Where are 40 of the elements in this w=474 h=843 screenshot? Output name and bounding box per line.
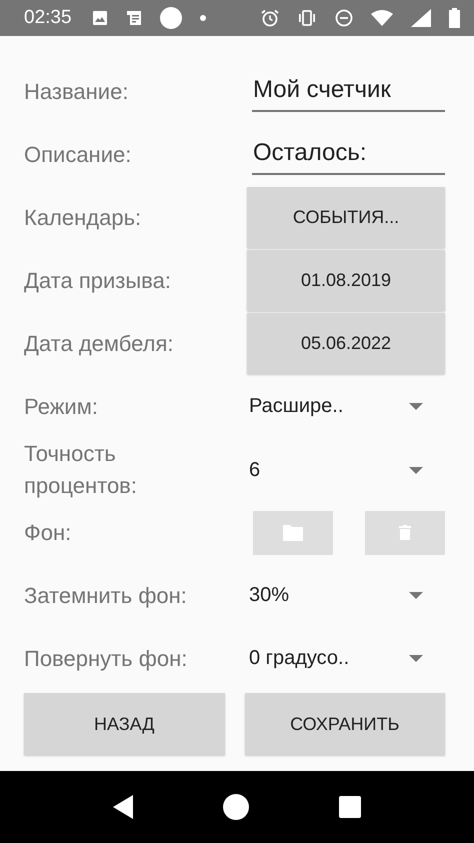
image-icon (92, 10, 108, 26)
dropdown-value[interactable]: 30% (249, 584, 290, 607)
text-field[interactable]: Мой счетчик (252, 72, 445, 112)
message-icon (126, 10, 142, 26)
action-button[interactable]: НАЗАД (24, 693, 224, 755)
field-label: Описание: (24, 140, 132, 168)
dropdown-caret-icon[interactable] (409, 592, 423, 599)
field-label: Название: (24, 78, 130, 106)
dropdown-caret-icon[interactable] (409, 403, 423, 410)
dropdown-value[interactable]: Расшире.. (249, 395, 344, 418)
field-label: Режим: (24, 392, 99, 420)
field-button[interactable]: 01.08.2019 (247, 250, 445, 311)
dot-icon (200, 15, 206, 21)
wifi-icon (371, 10, 393, 26)
circle-icon (160, 7, 182, 29)
dropdown-caret-icon[interactable] (409, 655, 423, 662)
dropdown-caret-icon[interactable] (409, 466, 423, 474)
alarm-icon (261, 9, 279, 27)
field-label: Календарь: (24, 204, 142, 232)
signal-icon (411, 9, 431, 27)
back-icon[interactable] (113, 795, 133, 819)
battery-icon (449, 8, 460, 28)
field-label: Точность процентов: (24, 440, 138, 500)
field-button[interactable]: 05.06.2022 (247, 313, 445, 374)
dropdown-value[interactable]: 6 (249, 458, 260, 482)
text-field[interactable]: Осталось: (252, 134, 445, 174)
dropdown-value[interactable]: 0 градусо.. (249, 647, 350, 670)
field-label: Повернуть фон: (24, 644, 188, 673)
field-label: Дата призыва: (24, 266, 172, 295)
field-label: Затемнить фон: (24, 582, 188, 610)
field-label: Дата дембеля: (24, 330, 174, 358)
action-button[interactable]: СОХРАНИТЬ (244, 693, 445, 755)
field-label: Фон: (24, 518, 72, 546)
clock: 02:35 (24, 7, 72, 29)
home-icon[interactable] (223, 794, 249, 820)
do-not-disturb-icon (335, 9, 353, 27)
folder-icon (283, 524, 303, 540)
field-button[interactable]: СОБЫТИЯ... (247, 187, 445, 248)
trash-icon (399, 525, 411, 540)
vibrate-icon (297, 10, 317, 26)
